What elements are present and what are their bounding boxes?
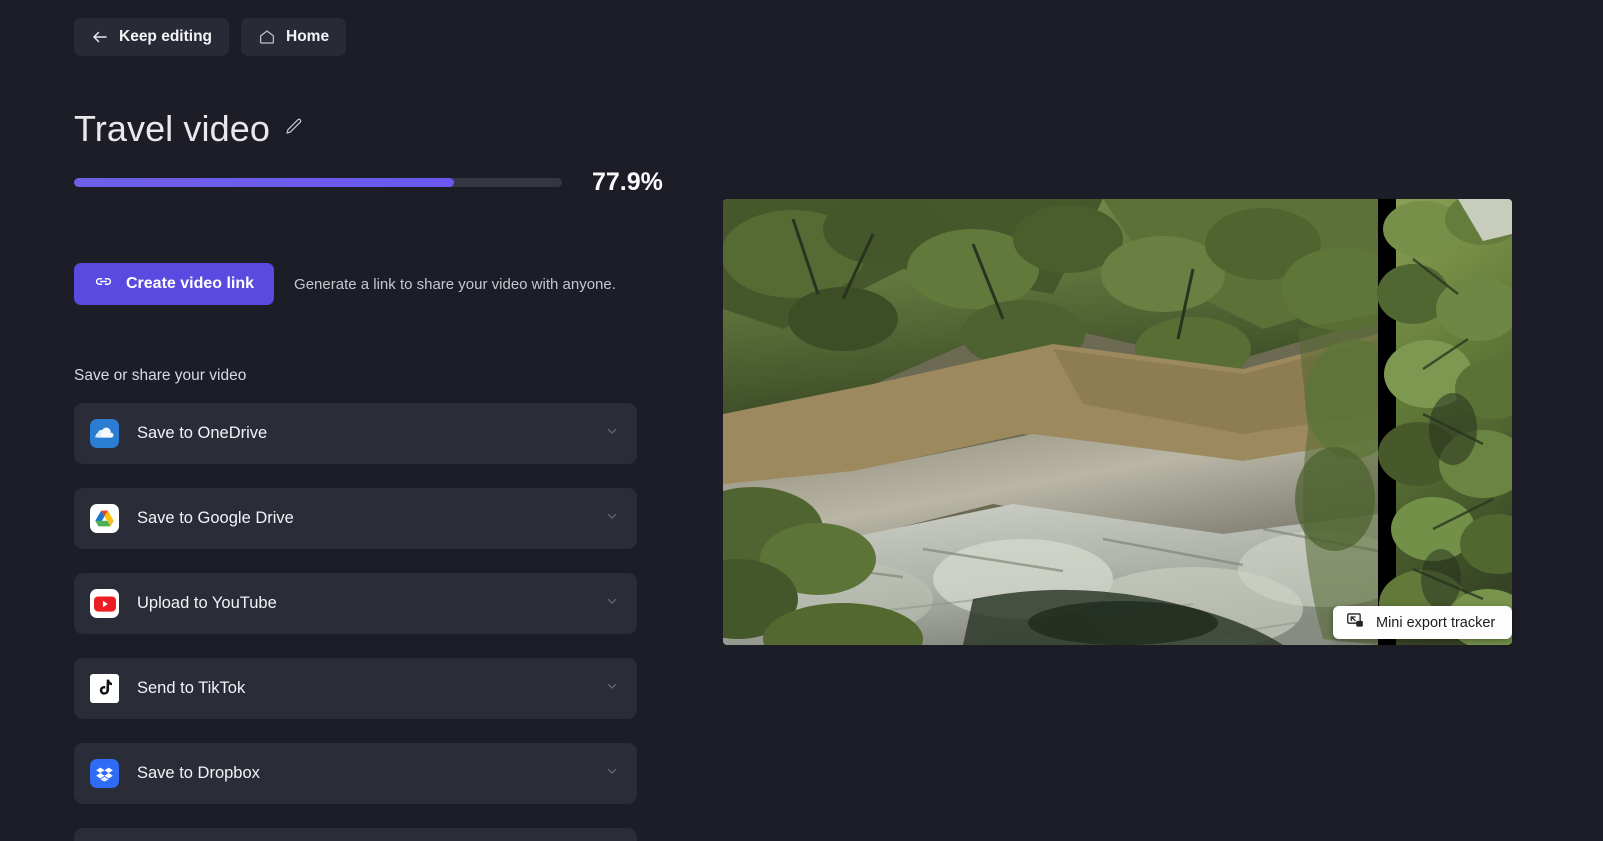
home-icon (258, 28, 276, 46)
top-navigation-bar: Keep editing Home (74, 18, 347, 56)
video-preview[interactable] (723, 199, 1512, 645)
share-option-label: Upload to YouTube (137, 594, 277, 612)
share-option-label: Save to Google Drive (137, 509, 294, 527)
share-option-onedrive[interactable]: Save to OneDrive (74, 403, 637, 464)
googledrive-icon (90, 504, 119, 533)
create-video-link-row: Create video link Generate a link to sha… (74, 263, 616, 305)
youtube-icon (90, 589, 119, 618)
chevron-down-icon[interactable] (605, 594, 619, 613)
dropbox-icon (90, 759, 119, 788)
share-option-label: Save to Dropbox (137, 764, 260, 782)
link-icon (94, 272, 113, 296)
share-option-label: Save to OneDrive (137, 424, 268, 442)
share-option-linkedin[interactable]: Share to LinkedIn (74, 828, 637, 841)
arrow-left-icon (91, 28, 109, 46)
project-title-row: Travel video (74, 108, 303, 150)
onedrive-icon (90, 419, 119, 448)
export-progress-track (74, 178, 562, 187)
share-option-dropbox[interactable]: Save to Dropbox (74, 743, 637, 804)
share-option-youtube[interactable]: Upload to YouTube (74, 573, 637, 634)
chevron-down-icon[interactable] (605, 764, 619, 783)
keep-editing-label: Keep editing (119, 28, 213, 45)
share-section-label: Save or share your video (74, 367, 247, 384)
preview-split-divider (1378, 199, 1396, 645)
keep-editing-button[interactable]: Keep editing (74, 18, 230, 56)
create-video-link-button[interactable]: Create video link (74, 263, 275, 305)
create-video-link-hint: Generate a link to share your video with… (294, 275, 616, 293)
export-progress-percent: 77.9% (592, 168, 663, 196)
pencil-icon[interactable] (284, 117, 303, 141)
share-options-list: Save to OneDrive Save to Google Drive Up… (74, 403, 637, 841)
mini-export-tracker-label: Mini export tracker (1376, 614, 1496, 631)
chevron-down-icon[interactable] (605, 424, 619, 443)
share-option-label: Send to TikTok (137, 679, 246, 697)
mini-export-tracker-button[interactable]: Mini export tracker (1333, 606, 1513, 639)
export-share-screen: Keep editing Home Travel video 77.9% Cre… (0, 0, 1603, 841)
share-option-tiktok[interactable]: Send to TikTok (74, 658, 637, 719)
chevron-down-icon[interactable] (605, 679, 619, 698)
home-button[interactable]: Home (241, 18, 347, 56)
export-progress-row: 77.9% (74, 168, 663, 197)
create-video-link-label: Create video link (126, 275, 255, 292)
share-option-google-drive[interactable]: Save to Google Drive (74, 488, 637, 549)
picture-in-picture-icon (1346, 612, 1365, 634)
home-label: Home (286, 28, 330, 45)
page-title: Travel video (74, 108, 270, 149)
video-preview-frame (723, 199, 1512, 645)
tiktok-icon (90, 674, 119, 703)
chevron-down-icon[interactable] (605, 509, 619, 528)
export-progress-fill (74, 178, 455, 187)
